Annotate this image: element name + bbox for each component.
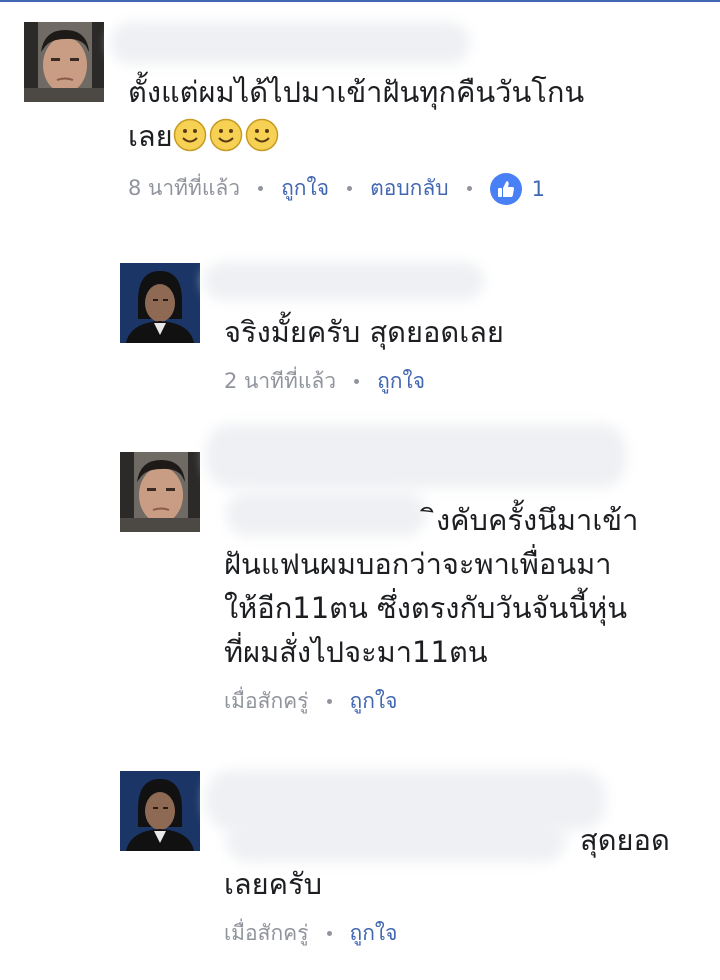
avatar[interactable] [120, 771, 200, 851]
comment-line: เลย [128, 119, 173, 153]
comment-line: ให้อีก11ตน ซึ่งตรงกับวันจันนี้หุ่น [224, 591, 628, 625]
timestamp[interactable]: เมื่อสักครู่ [224, 685, 309, 718]
comment-line: ิงคับครั้งนึมาเข้า [436, 503, 639, 537]
blurred-author-name [110, 22, 470, 64]
like-link[interactable]: ถูกใจ [281, 172, 329, 205]
blurred-author-name [206, 424, 626, 488]
timestamp[interactable]: 2 นาทีที่แล้ว [224, 365, 336, 398]
blurred-author-name [204, 262, 484, 300]
comment-text: ตั้งแต่ผมได้ไปมาเข้าฝันทุกคืนวันโกน เลย [128, 70, 584, 158]
comment-meta: 2 นาทีที่แล้ว ถูกใจ [224, 365, 425, 398]
comment-meta: 8 นาทีที่แล้ว ถูกใจ ตอบกลับ 1 [128, 172, 545, 205]
like-link[interactable]: ถูกใจ [350, 685, 398, 718]
slightly-smiling-face-icon [209, 118, 242, 152]
separator-dot [326, 931, 332, 936]
separator-dot [347, 186, 353, 191]
like-link[interactable]: ถูกใจ [377, 365, 425, 398]
slightly-smiling-face-icon [173, 118, 206, 152]
comment-line: จริงมั้ยครับ สุดยอดเลย [224, 315, 504, 349]
avatar[interactable] [120, 263, 200, 343]
reply-link[interactable]: ตอบกลับ [370, 172, 449, 205]
comment-text: สุดยอด เลยครับ [224, 818, 670, 906]
comment-meta: เมื่อสักครู่ ถูกใจ [224, 685, 398, 718]
thumbs-up-icon[interactable] [489, 172, 522, 205]
like-count[interactable]: 1 [532, 177, 545, 201]
avatar[interactable] [120, 452, 200, 532]
comment-text: ิงคับครั้งนึมาเข้า ฝันแฟนผมบอกว่าจะพาเพื… [224, 498, 638, 674]
avatar[interactable] [24, 22, 104, 102]
comment-line: เลยครับ [224, 867, 323, 901]
separator-dot [354, 379, 360, 384]
separator-dot [466, 186, 472, 191]
comment-line: ที่ผมสั่งไปจะมา11ตน [224, 635, 488, 669]
comment-text: จริงมั้ยครับ สุดยอดเลย [224, 310, 504, 354]
comment-line: ตั้งแต่ผมได้ไปมาเข้าฝันทุกคืนวันโกน [128, 75, 585, 109]
separator-dot [258, 186, 264, 191]
comment-line: สุดยอด [580, 823, 670, 857]
comment-line-with-emoji: เลย [128, 114, 584, 158]
timestamp[interactable]: 8 นาทีที่แล้ว [128, 172, 240, 205]
comment-line: ฝันแฟนผมบอกว่าจะพาเพื่อนมา [224, 547, 612, 581]
like-link[interactable]: ถูกใจ [350, 917, 398, 950]
separator-dot [326, 699, 332, 704]
slightly-smiling-face-icon [245, 118, 278, 152]
comment-meta: เมื่อสักครู่ ถูกใจ [224, 917, 398, 950]
top-rule [0, 0, 720, 2]
timestamp[interactable]: เมื่อสักครู่ [224, 917, 309, 950]
